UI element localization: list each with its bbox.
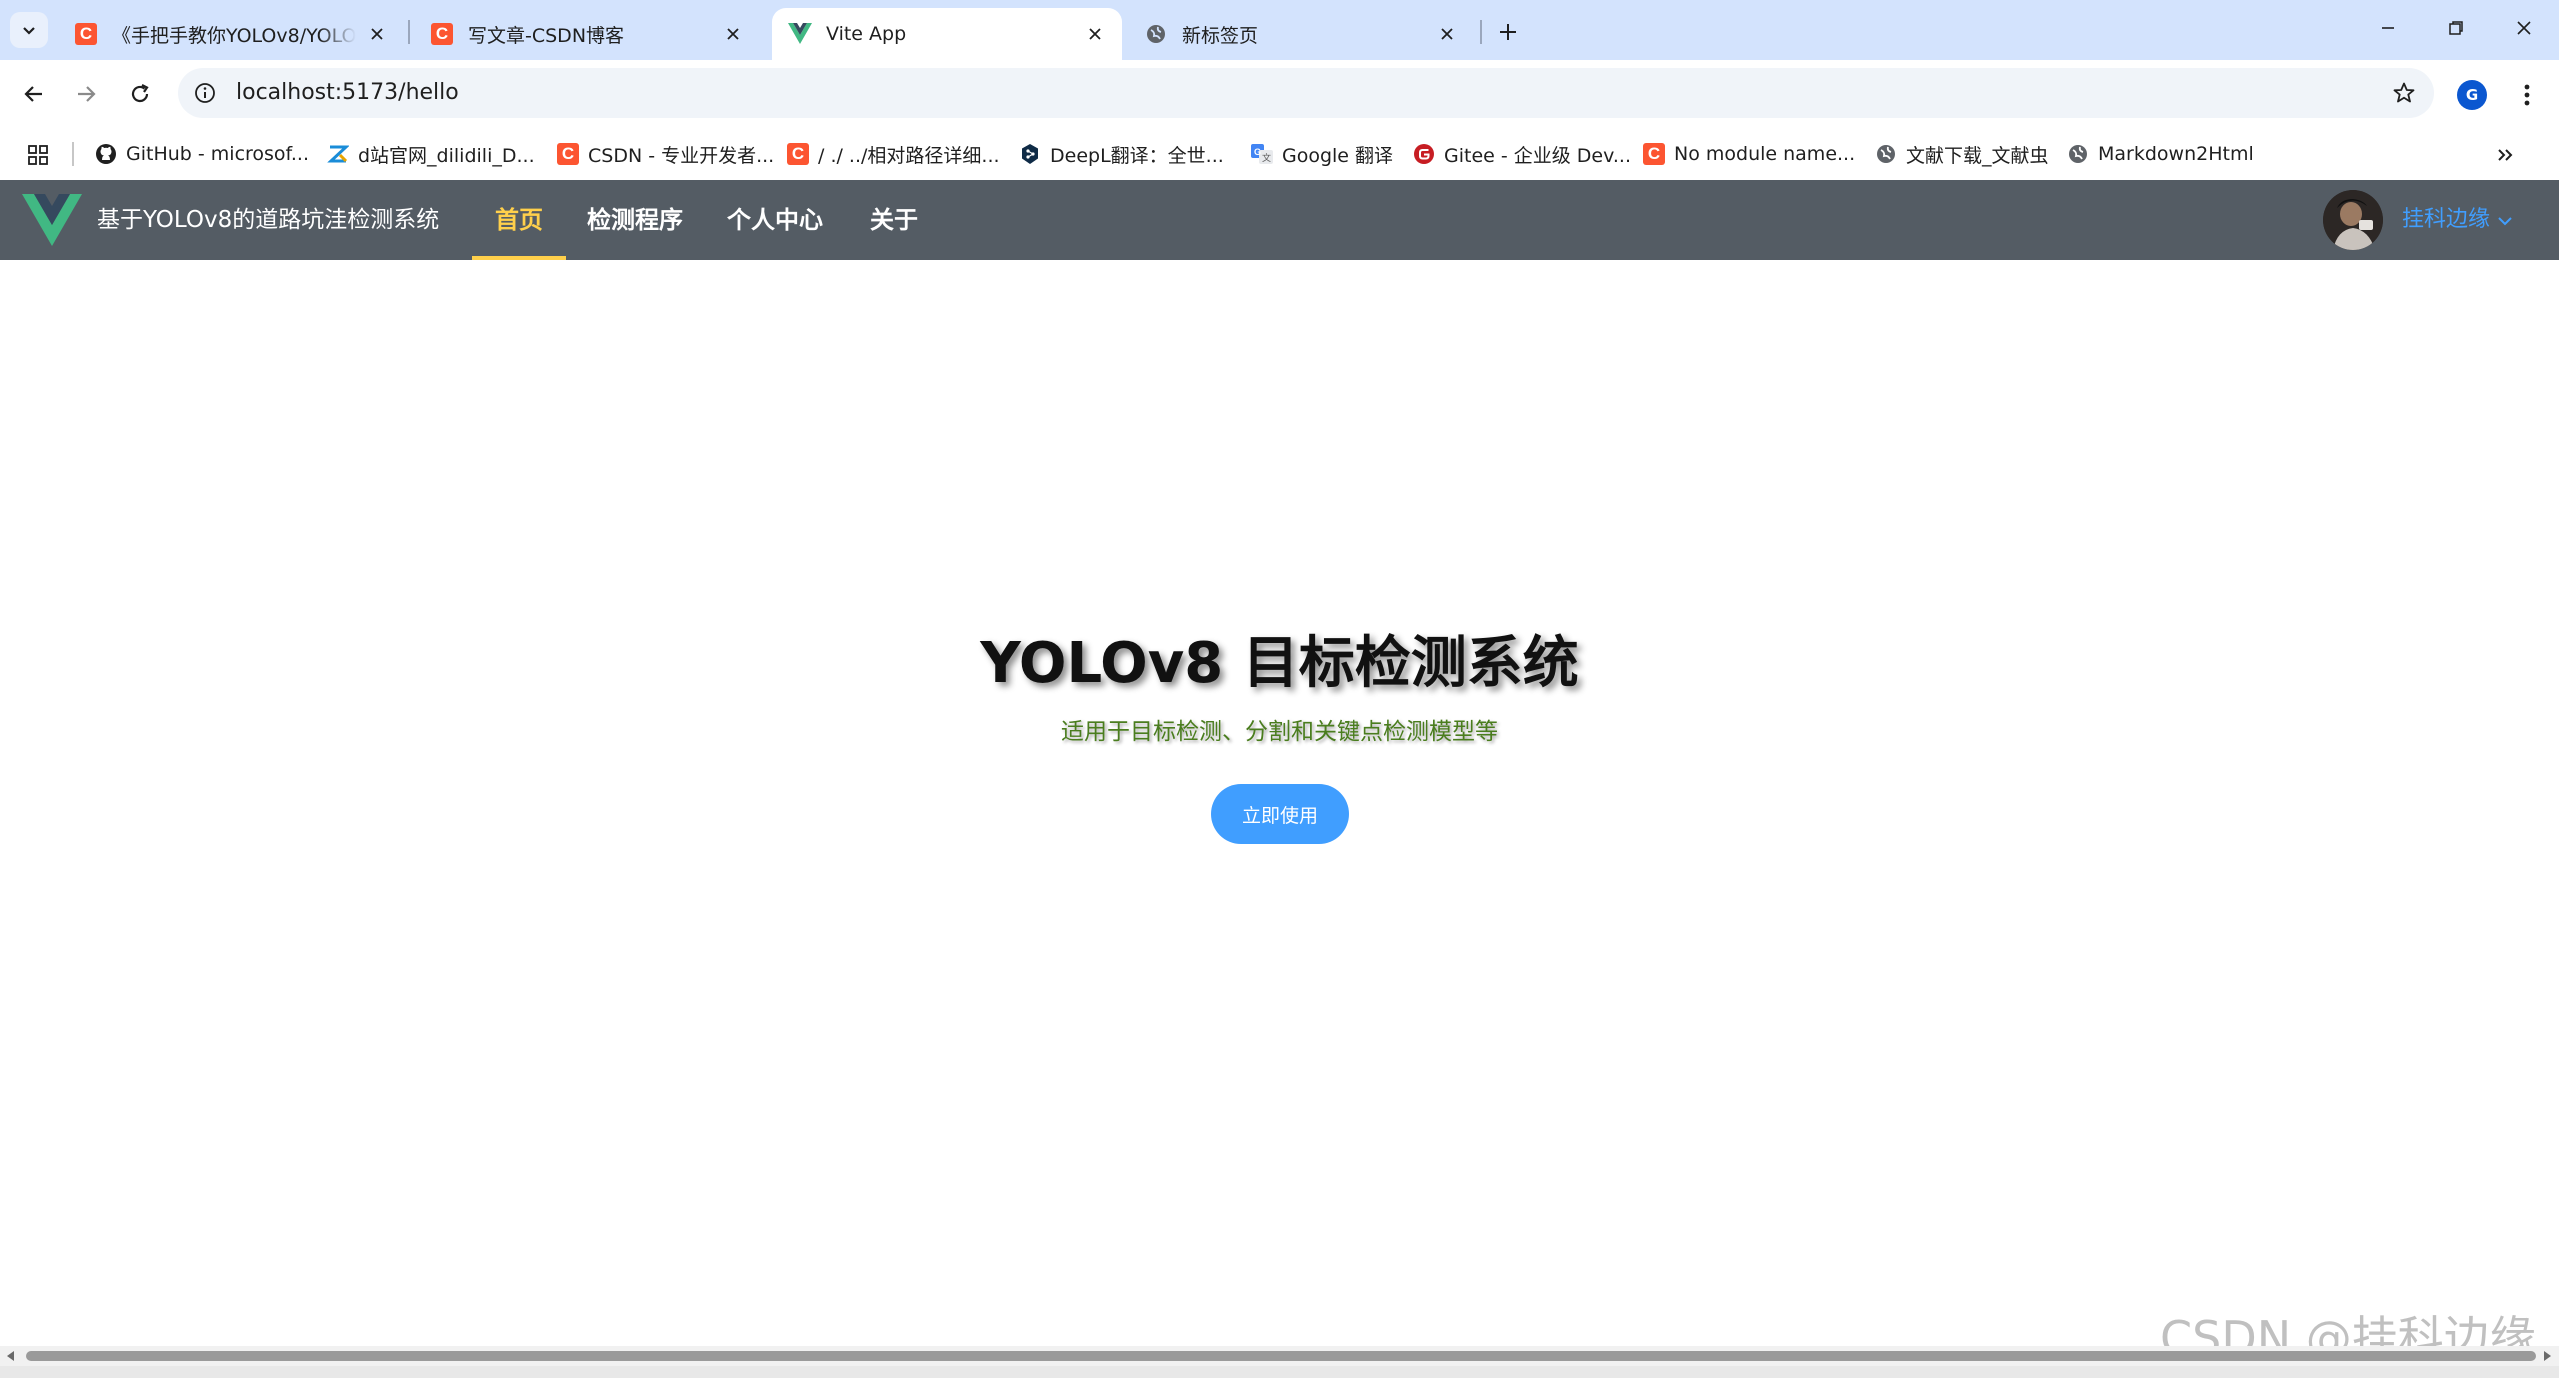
apps-button[interactable] bbox=[24, 141, 52, 169]
csdn-icon: C bbox=[430, 22, 454, 46]
close-icon bbox=[2517, 21, 2531, 35]
arrow-right-icon bbox=[78, 86, 96, 102]
globe-icon bbox=[2066, 142, 2090, 166]
menu-item-detection[interactable]: 检测程序 bbox=[574, 180, 696, 260]
gitee-icon bbox=[1412, 142, 1436, 166]
new-tab-button[interactable] bbox=[1490, 14, 1526, 50]
menu-item-home[interactable]: 首页 bbox=[472, 180, 566, 260]
globe-icon bbox=[1144, 22, 1168, 46]
scroll-left-arrow-icon[interactable] bbox=[4, 1349, 18, 1363]
more-bookmarks-button[interactable] bbox=[2490, 140, 2520, 170]
hero-title: YOLOv8 目标检测系统 bbox=[980, 631, 1579, 696]
minimize-button[interactable] bbox=[2360, 8, 2416, 48]
z-icon bbox=[326, 142, 350, 166]
back-button[interactable] bbox=[12, 72, 56, 116]
bookmark-deepl[interactable]: DeepL翻译：全世... bbox=[1018, 136, 1224, 172]
bookmark-wenxianchong[interactable]: 文献下载_文献虫 bbox=[1874, 136, 2049, 172]
more-vertical-icon bbox=[2524, 84, 2530, 106]
close-window-button[interactable] bbox=[2496, 8, 2552, 48]
browser-tab-2[interactable]: C 写文章-CSDN博客 bbox=[414, 8, 760, 60]
bookmark-dilidili[interactable]: d站官网_dilidili_D... bbox=[326, 136, 535, 172]
globe-icon bbox=[1874, 142, 1898, 166]
bookmark-label: DeepL翻译：全世... bbox=[1050, 144, 1224, 167]
chevron-down-icon[interactable] bbox=[2496, 212, 2514, 230]
tab-separator bbox=[408, 20, 410, 44]
restore-button[interactable] bbox=[2428, 8, 2484, 48]
tab-search-button[interactable] bbox=[10, 12, 48, 48]
bookmarks-bar: GitHub - microsof... d站官网_dilidili_D... … bbox=[0, 128, 2559, 180]
bookmark-separator bbox=[72, 142, 74, 166]
scrollbar-thumb[interactable] bbox=[26, 1351, 2536, 1361]
csdn-icon: C bbox=[786, 142, 810, 166]
hero-subtitle: 适用于目标检测、分割和关键点检测模型等 bbox=[1061, 719, 1498, 745]
apps-grid-icon bbox=[28, 145, 48, 165]
bookmark-label: GitHub - microsof... bbox=[126, 143, 309, 165]
vue-logo-icon bbox=[22, 194, 82, 246]
bookmark-label: 文献下载_文献虫 bbox=[1906, 144, 2049, 167]
app-header: 基于YOLOv8的道路坑洼检测系统 首页 检测程序 个人中心 关于 挂科边缘 bbox=[0, 180, 2559, 260]
bookmark-label: d站官网_dilidili_D... bbox=[358, 144, 535, 167]
profile-avatar[interactable]: G bbox=[2457, 80, 2487, 110]
bookmark-gitee[interactable]: Gitee - 企业级 Dev... bbox=[1412, 136, 1631, 172]
csdn-icon: C bbox=[74, 22, 98, 46]
bookmark-relative-path[interactable]: C / ./ ../相对路径详细... bbox=[786, 136, 1000, 172]
minimize-icon bbox=[2382, 27, 2394, 29]
csdn-icon: C bbox=[556, 142, 580, 166]
svg-text:文: 文 bbox=[1262, 152, 1271, 164]
menu-item-profile[interactable]: 个人中心 bbox=[714, 180, 836, 260]
arrow-left-icon bbox=[24, 86, 42, 102]
browser-tab-3[interactable]: Vite App bbox=[772, 8, 1122, 60]
site-info-icon[interactable] bbox=[192, 80, 218, 106]
browser-tab-4[interactable]: 新标签页 bbox=[1128, 8, 1474, 60]
chevron-down-icon bbox=[23, 27, 35, 35]
close-icon[interactable] bbox=[1084, 23, 1106, 45]
menu-item-about[interactable]: 关于 bbox=[854, 180, 934, 260]
scroll-right-arrow-icon[interactable] bbox=[2540, 1349, 2554, 1363]
close-icon[interactable] bbox=[366, 23, 388, 45]
svg-text:G: G bbox=[1254, 147, 1261, 157]
reload-button[interactable] bbox=[118, 72, 162, 116]
bookmark-csdn[interactable]: C CSDN - 专业开发者... bbox=[556, 136, 774, 172]
user-avatar[interactable] bbox=[2323, 190, 2383, 250]
browser-tab-strip: C 《手把手教你YOLOv8/YOLOv C 写文章-CSDN博客 Vite A… bbox=[0, 0, 2559, 60]
double-chevron-right-icon bbox=[2498, 149, 2513, 161]
tab-title: 新标签页 bbox=[1182, 24, 1259, 47]
bookmark-label: / ./ ../相对路径详细... bbox=[818, 144, 1000, 167]
tab-title: Vite App bbox=[826, 23, 907, 45]
bookmark-label: CSDN - 专业开发者... bbox=[588, 144, 775, 167]
browser-menu-button[interactable] bbox=[2510, 78, 2544, 112]
github-icon bbox=[94, 142, 118, 166]
browser-tab-1[interactable]: C 《手把手教你YOLOv8/YOLOv bbox=[58, 8, 404, 60]
address-text[interactable]: localhost:5173/hello bbox=[236, 68, 459, 118]
bookmark-label: Gitee - 企业级 Dev... bbox=[1444, 144, 1632, 167]
bookmark-google-translate[interactable]: G文 Google 翻译 bbox=[1250, 136, 1393, 172]
forward-button[interactable] bbox=[64, 72, 108, 116]
tab-title: 写文章-CSDN博客 bbox=[468, 24, 625, 47]
close-icon[interactable] bbox=[1436, 23, 1458, 45]
bookmark-label: Google 翻译 bbox=[1282, 144, 1394, 167]
google-translate-icon: G文 bbox=[1250, 142, 1274, 166]
close-icon[interactable] bbox=[722, 23, 744, 45]
restore-icon bbox=[2449, 21, 2463, 35]
user-name-dropdown[interactable]: 挂科边缘 bbox=[2402, 180, 2490, 260]
bookmark-label: No module name... bbox=[1674, 143, 1856, 165]
vue-icon bbox=[788, 22, 812, 46]
bookmark-no-module[interactable]: C No module name... bbox=[1642, 136, 1855, 172]
start-button[interactable]: 立即使用 bbox=[1211, 784, 1349, 844]
tab-separator bbox=[1480, 20, 1482, 44]
deepl-icon bbox=[1018, 142, 1042, 166]
bookmark-star-icon[interactable] bbox=[2390, 79, 2418, 107]
taskbar-edge bbox=[0, 1366, 2559, 1378]
address-bar[interactable]: localhost:5173/hello bbox=[178, 68, 2434, 118]
reload-icon bbox=[131, 84, 149, 103]
bookmark-label: Markdown2Html bbox=[2098, 143, 2254, 165]
app-name: 基于YOLOv8的道路坑洼检测系统 bbox=[97, 207, 440, 233]
tab-title: 《手把手教你YOLOv8/YOLOv bbox=[112, 24, 356, 47]
horizontal-scrollbar[interactable] bbox=[0, 1346, 2559, 1366]
csdn-icon: C bbox=[1642, 142, 1666, 166]
browser-toolbar: localhost:5173/hello G bbox=[0, 60, 2559, 128]
bookmark-markdown2html[interactable]: Markdown2Html bbox=[2066, 136, 2254, 172]
bookmark-github[interactable]: GitHub - microsof... bbox=[94, 136, 309, 172]
plus-icon bbox=[1500, 24, 1516, 40]
